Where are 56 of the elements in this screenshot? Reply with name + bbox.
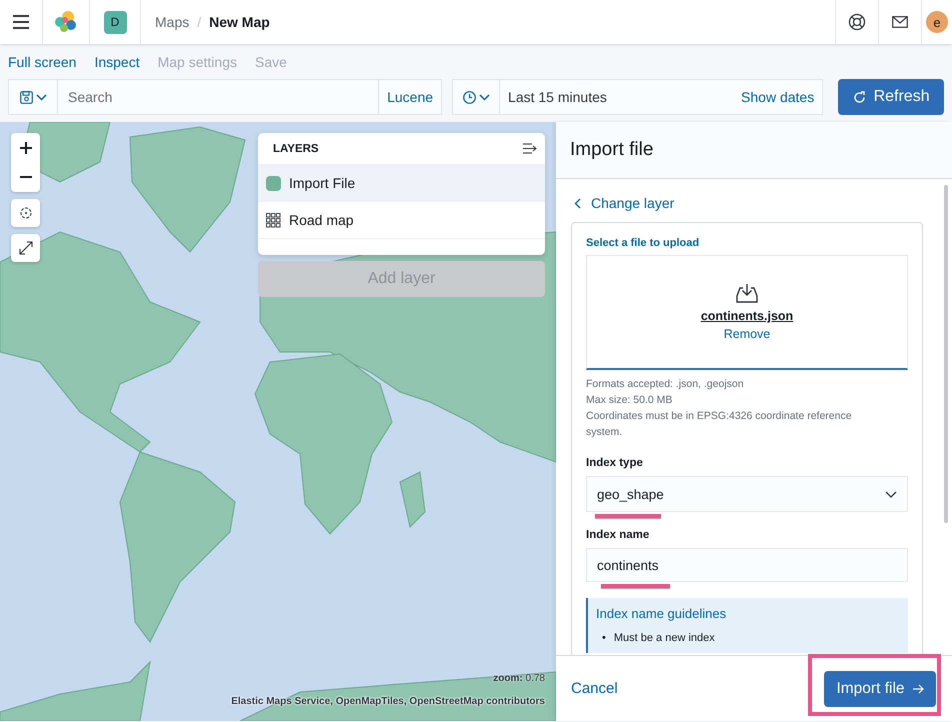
field-label: Index name [586,529,650,541]
help-text: Max size: 50.0 MB [586,393,674,408]
grid-icon [266,212,281,228]
caret-icon [36,94,46,100]
nav-link[interactable]: Full screen [8,54,76,70]
logo-icon [54,11,78,33]
breadcrumb-separator: / [197,14,202,30]
nav-link[interactable]: Inspect [94,54,140,70]
show-dates-link[interactable]: Show dates [741,89,814,105]
map-attribution: Elastic Maps Service, OpenMapTiles, OpenStreetMap contributors [231,696,545,707]
select-field[interactable]: geo_shape [586,476,908,512]
remove-link[interactable]: Remove [724,327,770,341]
caret-icon [478,94,490,100]
cancel-link[interactable]: Cancel [571,680,618,697]
time-range[interactable]: Last 15 minutes [508,89,607,105]
menu-icon [12,15,30,29]
field-label: Select a file to upload [586,237,700,249]
breadcrumb: New Map [209,14,270,30]
user-avatar[interactable]: e [926,11,948,33]
layer-item[interactable]: Road map [258,202,545,239]
import-button[interactable]: Import file [824,670,936,706]
back-link[interactable]: Change layer [571,195,923,211]
search-field[interactable]: Search [57,80,380,114]
layer-swatch-icon [266,176,281,190]
mail-icon[interactable] [892,16,908,28]
panel-title: LAYERS [273,142,319,154]
input-field[interactable]: continents [586,548,908,582]
save-icon [20,90,32,104]
guideline-item: Must be a new index [614,631,715,645]
download-icon [736,283,758,303]
callout-title: Index name guidelines [596,606,728,621]
panel-title: Import file [570,139,654,161]
chevron-left-icon [574,198,581,208]
clock-icon [462,90,476,104]
bullet: • [602,631,606,645]
refresh-icon [852,90,866,104]
help-text: Coordinates must be in EPSG:4326 coordinate reference system. [586,409,853,440]
refresh-button[interactable]: Refresh [838,79,944,115]
scrollbar[interactable] [944,185,948,523]
menu-button[interactable] [12,15,30,29]
file-picker[interactable]: continents.json Remove [586,255,908,370]
help-text: Formats accepted: .json, .geojson [586,377,745,392]
arrow-right-icon [912,684,924,694]
help-icon[interactable] [848,13,866,31]
field-label: Index type [586,457,644,469]
minus-icon [20,176,32,178]
layer-item[interactable]: Import File [258,165,545,202]
plus-icon [20,142,32,154]
file-name: continents.json [700,309,794,323]
zoom-level: zoom: 0.78 [493,673,545,684]
crosshair-icon [18,206,32,220]
expand-icon [18,241,32,255]
chevron-down-icon [885,490,897,498]
collapse-icon[interactable] [523,143,537,154]
space-badge[interactable]: D [104,10,126,34]
breadcrumb[interactable]: Maps [155,14,190,30]
